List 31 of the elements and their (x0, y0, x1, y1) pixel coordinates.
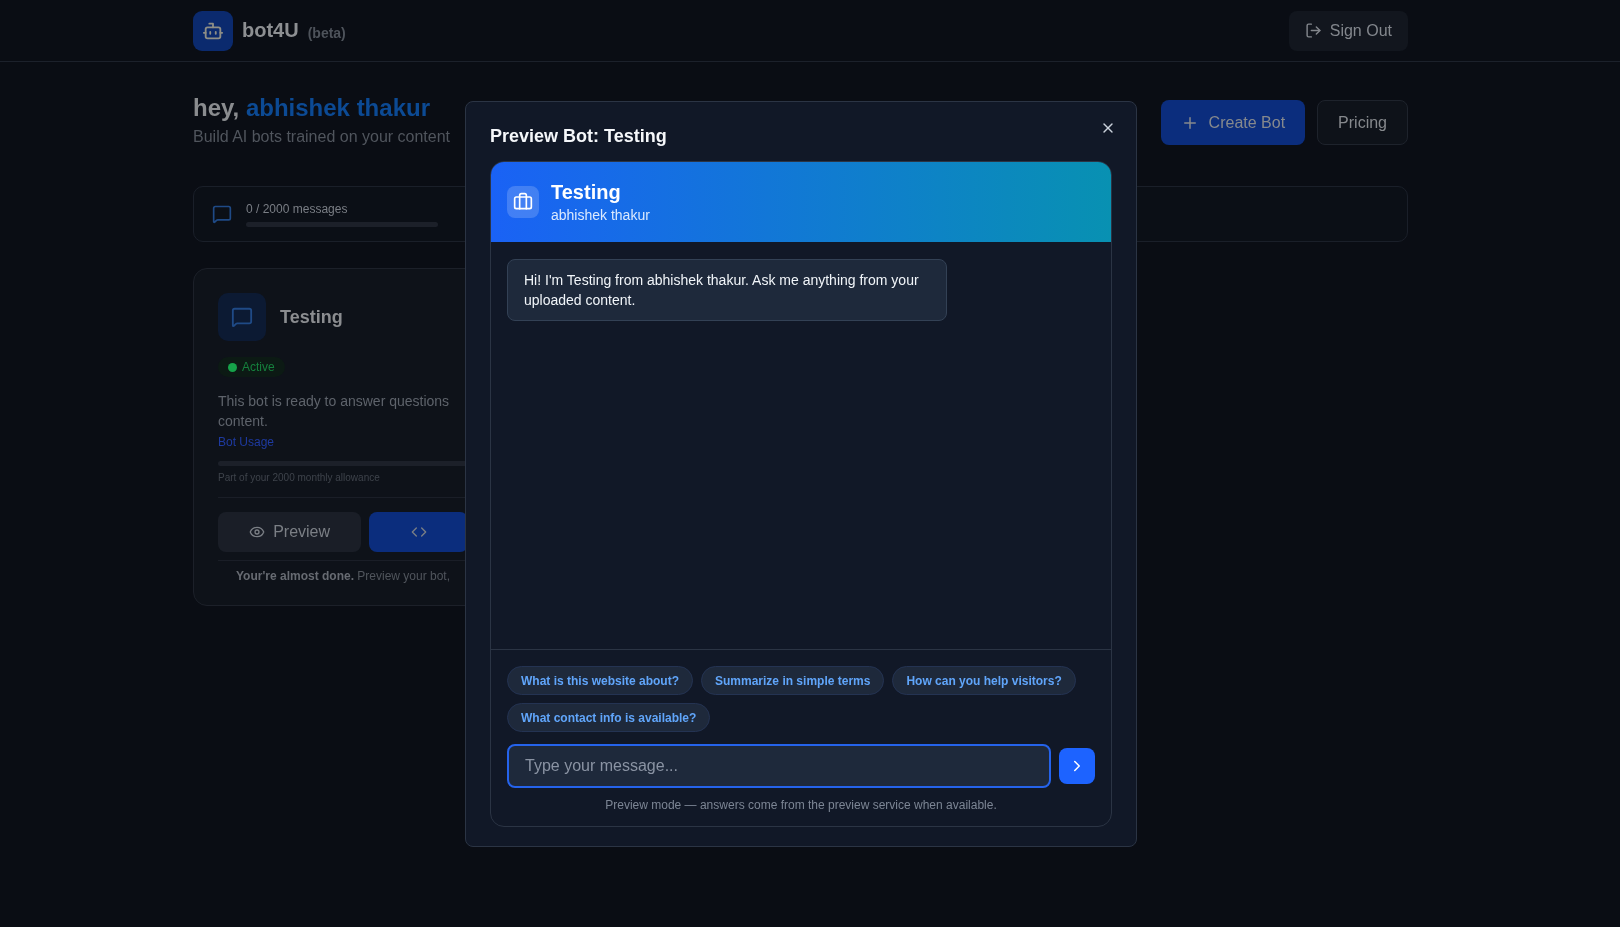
chat-icon (218, 293, 266, 341)
send-button[interactable] (1059, 748, 1095, 784)
sign-out-button[interactable]: Sign Out (1288, 10, 1408, 51)
message-input[interactable]: Type your message... (507, 744, 1051, 788)
bot-description: This bot is ready to answer questions content. (218, 392, 451, 431)
preview-button[interactable]: Preview (218, 512, 362, 552)
briefcase-icon (507, 186, 539, 218)
chat-bot-name: Testing (551, 181, 622, 204)
message-icon (212, 204, 232, 224)
suggestion-chip[interactable]: Summarize in simple terms (701, 666, 885, 695)
create-bot-button[interactable]: Create Bot (1160, 100, 1306, 145)
messages-count: 0 / 2000 messages (246, 201, 349, 216)
pricing-button[interactable]: Pricing (1317, 100, 1408, 145)
code-icon (410, 524, 427, 540)
status-dot (228, 362, 237, 372)
eye-icon (249, 524, 266, 540)
suggestion-chip[interactable]: What is this website about? (507, 666, 693, 695)
greeting-heading: hey, abhishek thakur (193, 94, 431, 122)
bot-logo-icon (193, 10, 233, 51)
greeting-subtitle: Build AI bots trained on your content (193, 128, 451, 146)
status-badge: Active (218, 357, 285, 377)
suggestion-chip[interactable]: What contact info is available? (507, 703, 711, 732)
bot-name: Testing (280, 306, 343, 328)
preview-note: Preview mode — answers come from the preview service when available. (604, 798, 998, 812)
dialog-title: Preview Bot: Testing (490, 126, 668, 147)
sign-out-icon (1304, 22, 1322, 39)
suggestion-chip[interactable]: How can you help visitors? (892, 666, 1076, 695)
brand-name: bot4U (242, 19, 299, 42)
beta-tag: (beta) (307, 24, 346, 41)
chat-owner: abhishek thakur (551, 207, 650, 223)
bot-message: Hi! I'm Testing from abhishek thakur. Ask me anything from your uploaded content. (507, 259, 947, 321)
